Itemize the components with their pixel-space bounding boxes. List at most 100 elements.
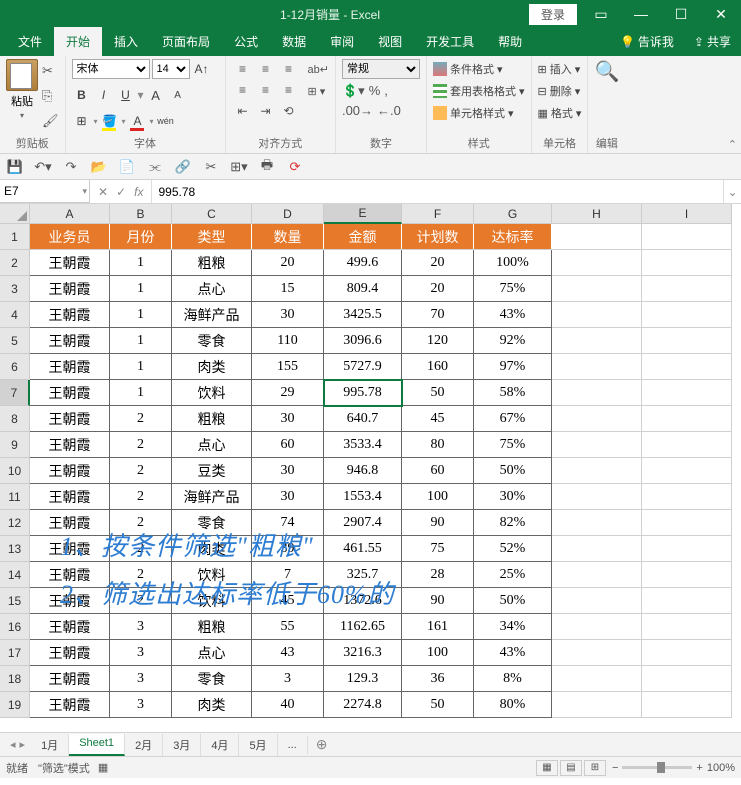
grid-cell[interactable] [552,432,642,458]
grid-cell[interactable]: 王朝霞 [30,536,110,562]
grid-cell[interactable]: 52% [474,536,552,562]
grid-cell[interactable]: 饮料 [172,562,252,588]
grid-cell[interactable]: 60 [252,432,324,458]
column-header[interactable]: C [172,204,252,224]
grid-cell[interactable]: 肉类 [172,354,252,380]
grid-cell[interactable]: 80% [474,692,552,718]
grid-cell[interactable]: 饮料 [172,588,252,614]
percent-format-icon[interactable]: % [369,83,381,99]
grid-cell[interactable]: 36 [402,666,474,692]
phonetic-button[interactable]: wén [156,111,176,131]
grid-cell[interactable]: 点心 [172,432,252,458]
grid-cell[interactable]: 50% [474,588,552,614]
row-header[interactable]: 12 [0,510,30,536]
table-header-cell[interactable]: 月份 [110,224,172,250]
grid-cell[interactable] [552,510,642,536]
grid-cell[interactable]: 王朝霞 [30,510,110,536]
column-header[interactable]: G [474,204,552,224]
grid-cell[interactable]: 15 [252,276,324,302]
grid-cell[interactable]: 8% [474,666,552,692]
align-middle-icon[interactable]: ≡ [255,59,277,79]
grid-cell[interactable] [642,354,732,380]
grid-cell[interactable]: 20 [402,276,474,302]
grid-cell[interactable]: 2 [110,458,172,484]
row-header[interactable]: 16 [0,614,30,640]
grid-cell[interactable] [642,250,732,276]
grid-cell[interactable]: 1 [110,250,172,276]
qat-save-icon[interactable]: 💾 [6,158,24,176]
name-box[interactable]: E7▾ [0,180,90,203]
conditional-format-button[interactable]: 条件格式 ▾ [433,59,525,79]
column-header[interactable]: F [402,204,474,224]
select-all-corner[interactable] [0,204,30,224]
grid-cell[interactable] [552,562,642,588]
grid-cell[interactable]: 王朝霞 [30,484,110,510]
grid-cell[interactable]: 王朝霞 [30,276,110,302]
row-header[interactable]: 15 [0,588,30,614]
cancel-formula-icon[interactable]: ✕ [98,185,108,199]
qat-refresh-icon[interactable]: ⟳ [286,158,304,176]
empty-cell[interactable] [552,224,642,250]
grid-cell[interactable]: 3 [110,640,172,666]
grid-cell[interactable]: 王朝霞 [30,692,110,718]
grid-cell[interactable] [642,614,732,640]
grid-cell[interactable]: 110 [252,328,324,354]
table-header-cell[interactable]: 达标率 [474,224,552,250]
grid-cell[interactable]: 肉类 [172,692,252,718]
grid-cell[interactable]: 29 [252,380,324,406]
align-left-icon[interactable]: ≡ [232,80,254,100]
grid-cell[interactable]: 461.55 [324,536,402,562]
grid-cell[interactable]: 100 [402,484,474,510]
qat-print-icon[interactable]: 🖶 [258,158,276,176]
grid-cell[interactable]: 90 [402,510,474,536]
formula-input[interactable]: 995.78 [151,180,723,203]
accounting-format-icon[interactable]: 💲▾ [342,83,365,99]
row-header[interactable]: 19 [0,692,30,718]
insert-function-icon[interactable]: fx [134,185,143,199]
qat-undo-icon[interactable]: ↶▾ [34,158,52,176]
increase-indent-icon[interactable]: ⇥ [255,101,277,121]
grid-cell[interactable]: 82% [474,510,552,536]
cell-styles-button[interactable]: 单元格样式 ▾ [433,103,525,123]
grid-cell[interactable]: 30 [252,406,324,432]
grid-cell[interactable]: 3 [110,692,172,718]
view-normal-icon[interactable]: ▦ [536,760,558,776]
sheet-tab[interactable]: 2月 [125,734,163,756]
grid-cell[interactable]: 3425.5 [324,302,402,328]
column-header[interactable]: I [642,204,732,224]
row-header[interactable]: 13 [0,536,30,562]
grid-cell[interactable]: 王朝霞 [30,302,110,328]
grid-cell[interactable] [642,640,732,666]
grid-cell[interactable]: 39 [252,536,324,562]
close-button[interactable]: ✕ [701,0,741,28]
grid-cell[interactable]: 3216.3 [324,640,402,666]
grid-cell[interactable]: 海鲜产品 [172,484,252,510]
grid-cell[interactable]: 809.4 [324,276,402,302]
grid-cell[interactable]: 161 [402,614,474,640]
tab-file[interactable]: 文件 [6,27,54,56]
decrease-indent-icon[interactable]: ⇤ [232,101,254,121]
grid-cell[interactable]: 1 [110,380,172,406]
grid-cell[interactable]: 粗粮 [172,250,252,276]
row-header[interactable]: 9 [0,432,30,458]
font-size-select[interactable]: 14 [152,59,190,79]
find-select-icon[interactable]: 🔍 [594,59,619,84]
increase-font-icon[interactable]: A↑ [192,59,212,79]
grid-cell[interactable]: 1553.4 [324,484,402,510]
cut-icon[interactable]: ✂ [42,63,59,79]
grid-cell[interactable]: 海鲜产品 [172,302,252,328]
grid-cell[interactable]: 王朝霞 [30,328,110,354]
grid-cell[interactable]: 50 [402,380,474,406]
qat-redo-icon[interactable]: ↷ [62,158,80,176]
tab-home[interactable]: 开始 [54,27,102,56]
tab-view[interactable]: 视图 [366,27,414,56]
grid-cell[interactable] [552,536,642,562]
grid-cell[interactable]: 5727.9 [324,354,402,380]
row-header[interactable]: 14 [0,562,30,588]
grid-cell[interactable]: 点心 [172,640,252,666]
grid-cell[interactable]: 1 [110,354,172,380]
table-header-cell[interactable]: 金额 [324,224,402,250]
grid-cell[interactable] [642,380,732,406]
grid-cell[interactable]: 67% [474,406,552,432]
align-top-icon[interactable]: ≡ [232,59,254,79]
